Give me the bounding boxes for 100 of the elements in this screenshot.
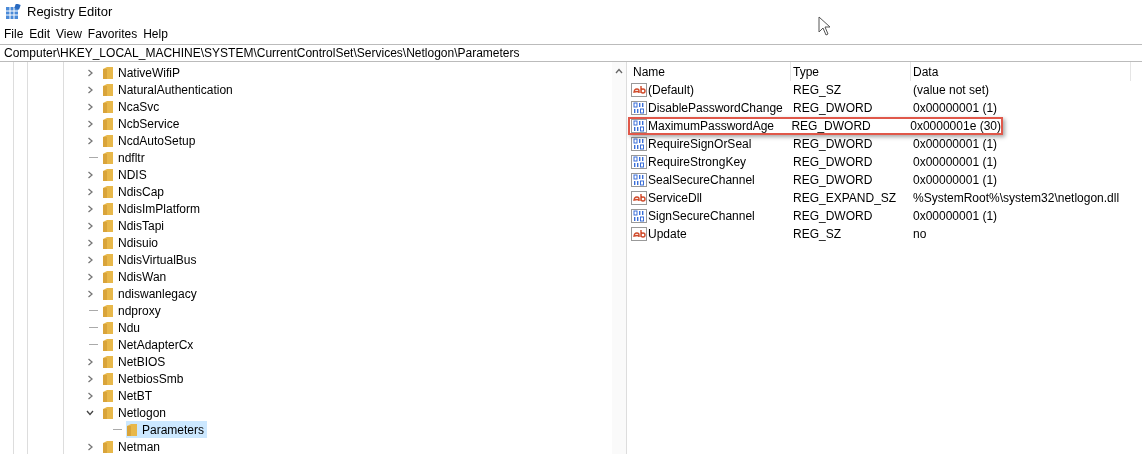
tree-item[interactable]: ndiswanlegacy <box>102 285 200 302</box>
value-type: REG_DWORD <box>792 154 874 171</box>
tree-item[interactable]: NaturalAuthentication <box>102 81 236 98</box>
chevron-right-icon[interactable] <box>86 136 94 145</box>
chevron-right-icon[interactable] <box>86 255 94 264</box>
folder-icon <box>102 150 114 165</box>
value-type: REG_DWORD <box>792 172 874 189</box>
column-header[interactable]: Type <box>791 62 911 81</box>
tree-item[interactable]: NdisWan <box>102 268 170 285</box>
value-name: MaximumPasswordAge <box>648 118 775 135</box>
folder-icon <box>102 218 114 233</box>
value-data: no <box>912 226 927 243</box>
value-row[interactable]: RequireStrongKey REG_DWORD 0x00000001 (1) <box>631 153 1142 171</box>
value-row[interactable]: DisablePasswordChange REG_DWORD 0x00000001 (1) <box>631 99 1142 117</box>
folder-icon <box>102 167 114 182</box>
value-type: REG_SZ <box>792 82 842 99</box>
chevron-right-icon[interactable] <box>86 357 94 366</box>
value-name: RequireStrongKey <box>648 154 747 171</box>
folder-icon <box>102 235 114 250</box>
folder-icon <box>102 116 114 131</box>
value-row[interactable]: SealSecureChannel REG_DWORD 0x00000001 (1) <box>631 171 1142 189</box>
tree-item[interactable]: NetbiosSmb <box>102 370 187 387</box>
value-name: SealSecureChannel <box>648 172 755 189</box>
chevron-right-icon[interactable] <box>86 391 94 400</box>
menu-item[interactable]: File <box>1 25 27 43</box>
binary-value-icon <box>631 155 647 169</box>
value-name: DisablePasswordChange <box>648 100 783 117</box>
chevron-right-icon[interactable] <box>86 68 94 77</box>
scroll-up-icon[interactable] <box>615 68 623 74</box>
folder-icon <box>102 269 114 284</box>
tree-item[interactable]: NdisTapi <box>102 217 168 234</box>
menu-item[interactable]: Help <box>140 25 171 43</box>
mouse-cursor-icon <box>818 16 832 36</box>
menu-item[interactable]: View <box>53 25 85 43</box>
value-row[interactable]: MaximumPasswordAge REG_DWORD 0x0000001e (30) <box>628 117 1003 135</box>
folder-icon <box>102 405 114 420</box>
binary-value-icon <box>631 119 647 133</box>
chevron-right-icon[interactable] <box>86 170 94 179</box>
chevron-right-icon[interactable] <box>86 442 94 451</box>
tree-item[interactable]: ndfltr <box>102 149 148 166</box>
value-row[interactable]: Update REG_SZ no <box>631 225 1142 243</box>
chevron-right-icon[interactable] <box>86 221 94 230</box>
value-type: REG_DWORD <box>790 118 872 135</box>
chevron-right-icon[interactable] <box>86 289 94 298</box>
folder-icon <box>102 99 114 114</box>
value-type: REG_SZ <box>792 226 842 243</box>
chevron-right-icon[interactable] <box>86 119 94 128</box>
chevron-right-icon[interactable] <box>86 272 94 281</box>
folder-icon <box>102 201 114 216</box>
tree-item[interactable]: NcdAutoSetup <box>102 132 199 149</box>
value-data: 0x00000001 (1) <box>912 100 998 117</box>
tree-item[interactable]: NdisImPlatform <box>102 200 203 217</box>
folder-icon <box>102 371 114 386</box>
folder-icon <box>102 439 114 454</box>
tree-item[interactable]: NetAdapterCx <box>102 336 197 353</box>
tree-item[interactable]: ndproxy <box>102 302 164 319</box>
value-type: REG_DWORD <box>792 100 874 117</box>
tree-item[interactable]: Netman <box>102 438 164 454</box>
chevron-right-icon[interactable] <box>86 374 94 383</box>
tree-item[interactable]: NetBT <box>102 387 155 404</box>
chevron-down-icon[interactable] <box>86 408 94 417</box>
chevron-right-icon[interactable] <box>86 102 94 111</box>
chevron-right-icon[interactable] <box>86 187 94 196</box>
chevron-right-icon[interactable] <box>86 238 94 247</box>
column-header[interactable]: Name <box>631 62 791 81</box>
string-value-icon <box>631 83 647 97</box>
tree-item[interactable]: NDIS <box>102 166 150 183</box>
chevron-right-icon[interactable] <box>86 204 94 213</box>
tree-item[interactable]: Netlogon <box>102 404 170 421</box>
value-name: (Default) <box>648 82 694 99</box>
tree-item[interactable]: NcaSvc <box>102 98 163 115</box>
address-bar[interactable]: Computer\HKEY_LOCAL_MACHINE\SYSTEM\CurrentControlSet\Services\Netlogon\Parameters <box>0 44 1142 62</box>
folder-icon <box>102 388 114 403</box>
tree-item[interactable]: Ndu <box>102 319 143 336</box>
folder-icon <box>102 354 114 369</box>
tree-item[interactable]: NativeWifiP <box>102 64 183 81</box>
tree-item[interactable]: Parameters <box>126 421 208 438</box>
binary-value-icon <box>631 173 647 187</box>
value-row[interactable]: ServiceDll REG_EXPAND_SZ %SystemRoot%\system32\netlogon.dll <box>631 189 1142 207</box>
menu-item[interactable]: Favorites <box>84 25 141 43</box>
folder-icon <box>102 184 114 199</box>
folder-icon <box>126 422 138 437</box>
column-header[interactable]: Data <box>911 62 1131 81</box>
value-row[interactable]: RequireSignOrSeal REG_DWORD 0x00000001 (1) <box>631 135 1142 153</box>
registry-app-icon <box>5 4 21 20</box>
folder-icon <box>102 337 114 352</box>
value-type: REG_EXPAND_SZ <box>792 190 898 207</box>
value-data: (value not set) <box>912 82 990 99</box>
value-row[interactable]: (Default) REG_SZ (value not set) <box>631 81 1142 99</box>
tree-item[interactable]: NetBIOS <box>102 353 169 370</box>
tree-item[interactable]: NcbService <box>102 115 183 132</box>
tree-item[interactable]: Ndisuio <box>102 234 162 251</box>
value-type: REG_DWORD <box>792 136 874 153</box>
tree-item[interactable]: NdisCap <box>102 183 168 200</box>
value-name: Update <box>648 226 687 243</box>
value-row[interactable]: SignSecureChannel REG_DWORD 0x00000001 (1) <box>631 207 1142 225</box>
chevron-right-icon[interactable] <box>86 85 94 94</box>
tree-item[interactable]: NdisVirtualBus <box>102 251 200 268</box>
menu-item[interactable]: Edit <box>26 25 54 43</box>
folder-icon <box>102 286 114 301</box>
